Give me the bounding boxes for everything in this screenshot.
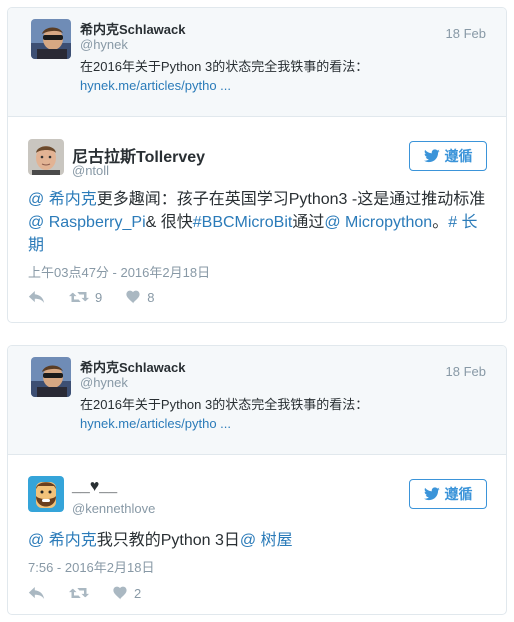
twitter-bird-icon <box>424 149 440 163</box>
follow-label: 遵循 <box>444 486 473 502</box>
tweet-text-segment: 更多趣闻：孩子在英国学习Python3 -这是通过推动标准 <box>96 191 486 208</box>
mention-link[interactable]: @ 希内克 <box>28 191 97 208</box>
tweet-card-2: 希内克Schlawack @hynek 18 Feb 在2016年关于Pytho… <box>7 345 507 615</box>
tweet-text-segment: 通过 <box>292 214 325 231</box>
like-button[interactable]: 2 <box>113 586 141 601</box>
quoted-author-handle[interactable]: @hynek <box>80 37 128 52</box>
quoted-link[interactable]: hynek.me/articles/pytho ... <box>80 415 231 433</box>
quoted-text: 在2016年关于Python 3的状态完全我铁事的看法： <box>80 397 369 412</box>
avatar[interactable] <box>31 357 71 397</box>
heart-icon <box>113 586 128 600</box>
retweet-button[interactable] <box>69 586 89 600</box>
retweet-count: 9 <box>95 289 103 305</box>
heart-icon <box>126 290 141 304</box>
timestamp[interactable]: 上午03点47分 - 2016年2月18日 <box>28 262 210 281</box>
like-button[interactable]: 8 <box>126 290 154 305</box>
author-avatar[interactable] <box>28 139 64 175</box>
reply-icon <box>28 586 45 600</box>
follow-label: 遵循 <box>444 148 473 164</box>
quoted-text: 在2016年关于Python 3的状态完全我铁事的看法： <box>80 59 369 74</box>
tweet-text: @ 希内克我只教的Python 3日@ 树屋 <box>28 529 488 552</box>
author-name[interactable]: __♥__ <box>72 478 117 496</box>
quoted-author-name[interactable]: 希内克Schlawack <box>80 19 186 38</box>
mention-link[interactable]: @ 希内克 <box>28 532 97 549</box>
retweet-icon <box>69 290 89 304</box>
author-avatar[interactable] <box>28 476 64 512</box>
quoted-date[interactable]: 18 Feb <box>446 364 486 379</box>
tweet-actions: 9 8 <box>28 287 178 307</box>
tweet-actions: 2 <box>28 583 165 603</box>
timestamp[interactable]: 7:56 - 2016年2月18日 <box>28 557 154 576</box>
like-count: 8 <box>147 289 155 305</box>
author-handle[interactable]: @ntoll <box>72 163 109 178</box>
follow-button[interactable]: 遵循 <box>409 479 487 509</box>
tweet-text-segment: 。 <box>432 214 449 231</box>
retweet-icon <box>69 586 89 600</box>
mention-link[interactable]: @ Micropython <box>324 214 432 231</box>
quoted-link[interactable]: hynek.me/articles/pytho ... <box>80 77 231 95</box>
author-handle[interactable]: @kennethlove <box>72 501 155 516</box>
tweet-text: @ 希内克更多趣闻：孩子在英国学习Python3 -这是通过推动标准 @ Ras… <box>28 188 488 257</box>
tweet-text-segment: 我只教的Python 3日 <box>96 532 240 549</box>
like-count: 2 <box>134 585 142 601</box>
tweet-text-segment: & 很快 <box>145 214 193 231</box>
retweet-button[interactable]: 9 <box>69 290 102 305</box>
twitter-bird-icon <box>424 487 440 501</box>
tweet-card-1: 希内克Schlawack @hynek 18 Feb 在2016年关于Pytho… <box>7 7 507 323</box>
reply-button[interactable] <box>28 586 45 600</box>
quoted-tweet[interactable]: 希内克Schlawack @hynek 18 Feb 在2016年关于Pytho… <box>8 346 506 455</box>
reply-button[interactable] <box>28 290 45 304</box>
quoted-date[interactable]: 18 Feb <box>446 26 486 41</box>
hashtag-link[interactable]: #BBCMicroBit <box>193 214 293 231</box>
follow-button[interactable]: 遵循 <box>409 141 487 171</box>
mention-link[interactable]: @ Raspberry_Pi <box>28 214 146 231</box>
mention-link[interactable]: @ 树屋 <box>240 532 293 549</box>
quoted-tweet[interactable]: 希内克Schlawack @hynek 18 Feb 在2016年关于Pytho… <box>8 8 506 117</box>
quoted-author-handle[interactable]: @hynek <box>80 375 128 390</box>
quoted-author-name[interactable]: 希内克Schlawack <box>80 357 186 376</box>
avatar[interactable] <box>31 19 71 59</box>
reply-icon <box>28 290 45 304</box>
